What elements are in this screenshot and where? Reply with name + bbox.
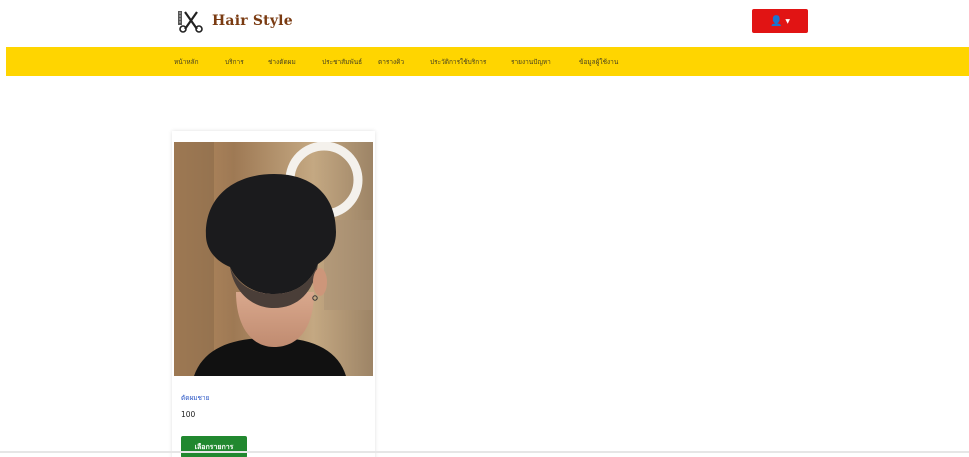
service-price: 100 xyxy=(181,410,196,419)
user-menu-button[interactable]: 👤 ▼ xyxy=(752,9,808,33)
user-icon: 👤 xyxy=(769,15,783,27)
haircut-photo xyxy=(174,142,373,376)
nav-item-barbers[interactable]: ช่างตัดผม xyxy=(268,57,296,67)
chevron-down-icon: ▼ xyxy=(785,17,791,25)
nav-item-report[interactable]: รายงานปัญหา xyxy=(511,57,551,67)
nav-item-history[interactable]: ประวัติการใช้บริการ xyxy=(430,57,486,67)
brand-logo[interactable]: Hair Style xyxy=(176,8,293,34)
nav-item-services[interactable]: บริการ xyxy=(225,57,244,67)
nav-item-home[interactable]: หน้าหลัก xyxy=(174,57,199,67)
service-name: ตัดผมชาย xyxy=(181,394,210,402)
service-card: ตัดผมชาย 100 เลือกรายการ xyxy=(172,131,375,457)
main-navbar: หน้าหลัก บริการ ช่างตัดผม ประชาสัมพันธ์ … xyxy=(6,47,969,76)
nav-item-announcements[interactable]: ประชาสัมพันธ์ xyxy=(322,57,362,67)
footer-divider xyxy=(0,451,969,453)
select-service-button[interactable]: เลือกรายการ xyxy=(181,436,247,457)
nav-item-profile[interactable]: ข้อมูลผู้ใช้งาน xyxy=(579,57,618,67)
scissors-comb-icon xyxy=(178,11,203,33)
brand-name: Hair Style xyxy=(212,13,293,29)
nav-item-queue[interactable]: ตารางคิว xyxy=(378,57,404,67)
